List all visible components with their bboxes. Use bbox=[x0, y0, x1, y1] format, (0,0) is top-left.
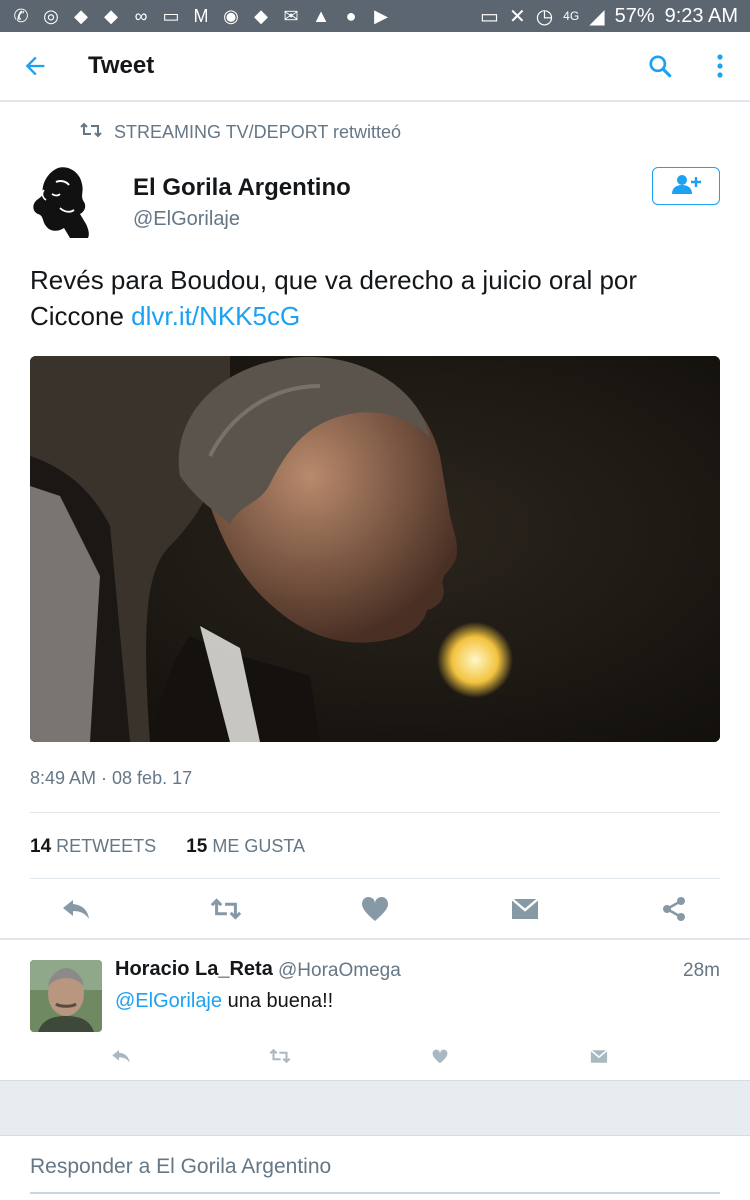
tweet-stats: 14 RETWEETS 15 ME GUSTA bbox=[30, 836, 305, 858]
tweet-body: Revés para Boudou, que va derecho a juic… bbox=[30, 265, 638, 331]
reply-author-handle[interactable]: @HoraOmega bbox=[278, 960, 401, 982]
mute-icon: ✕ bbox=[508, 5, 526, 28]
cast-icon: ▭ bbox=[162, 5, 180, 26]
follow-button[interactable] bbox=[652, 167, 720, 205]
warning-icon: ▲ bbox=[312, 5, 330, 26]
status-bar: ✆ ◎ ◆ ◆ ∞ ▭ M ◉ ◆ ✉ ▲ ● ▶ ▭ ✕ ◷ 4G ◢ 57%… bbox=[0, 0, 750, 32]
tweet-text: Revés para Boudou, que va derecho a juic… bbox=[30, 262, 710, 334]
compose-underline bbox=[30, 1192, 720, 1194]
clock: 9:23 AM bbox=[664, 4, 738, 27]
whatsapp-icon: ◎ bbox=[43, 5, 59, 26]
reply-icon[interactable] bbox=[105, 1040, 137, 1072]
retweets-stat[interactable]: 14 RETWEETS bbox=[30, 836, 156, 858]
alarm-icon: ◷ bbox=[535, 5, 554, 28]
network-type: 4G bbox=[563, 9, 580, 23]
retweet-icon bbox=[80, 122, 102, 143]
share-icon[interactable] bbox=[658, 893, 690, 925]
divider bbox=[30, 812, 720, 813]
reply-time: 28m bbox=[683, 960, 720, 981]
battery-percent: 57% bbox=[614, 4, 655, 27]
retweet-context-text: STREAMING TV/DEPORT retwitteó bbox=[114, 122, 402, 142]
system-status: ▭ ✕ ◷ 4G ◢ 57% 9:23 AM bbox=[480, 4, 738, 29]
search-icon[interactable] bbox=[630, 31, 690, 101]
likes-stat[interactable]: 15 ME GUSTA bbox=[186, 836, 305, 858]
reply-icon[interactable] bbox=[60, 893, 92, 925]
author-avatar[interactable] bbox=[30, 164, 94, 240]
retweet-icon[interactable] bbox=[264, 1040, 296, 1072]
direct-message-icon[interactable] bbox=[583, 1040, 615, 1072]
direct-message-icon[interactable] bbox=[509, 893, 541, 925]
author-handle[interactable]: @ElGorilaje bbox=[133, 208, 240, 231]
tweet-timestamp: 8:49 AM · 08 feb. 17 bbox=[30, 768, 193, 788]
retweets-count: 14 bbox=[30, 836, 52, 857]
voicemail-icon: ∞ bbox=[134, 5, 148, 26]
gmail-icon: M bbox=[193, 5, 209, 26]
reply-text: @ElGorilaje una buena!! bbox=[115, 990, 333, 1013]
chrome-icon: ◉ bbox=[223, 5, 239, 26]
reply-mention[interactable]: @ElGorilaje bbox=[115, 990, 222, 1012]
tweet-photo[interactable] bbox=[30, 356, 720, 742]
app-icon: ● bbox=[345, 5, 357, 26]
reply-actions bbox=[112, 1044, 615, 1068]
page-title: Tweet bbox=[88, 52, 155, 79]
like-icon[interactable] bbox=[424, 1040, 456, 1072]
likes-count: 15 bbox=[186, 836, 208, 857]
reply-body: una buena!! bbox=[222, 990, 334, 1012]
retweets-label: RETWEETS bbox=[56, 836, 157, 856]
tweet-actions bbox=[30, 886, 720, 932]
reply-avatar[interactable] bbox=[30, 960, 102, 1032]
notification-icons: ✆ ◎ ◆ ◆ ∞ ▭ M ◉ ◆ ✉ ▲ ● ▶ bbox=[12, 6, 390, 27]
author-name[interactable]: El Gorila Argentino bbox=[133, 174, 351, 202]
signal-icon: ◢ bbox=[589, 5, 605, 28]
separator-band bbox=[0, 1080, 750, 1136]
back-arrow-icon[interactable] bbox=[0, 31, 70, 101]
tweet-link[interactable]: dlvr.it/NKK5cG bbox=[131, 301, 300, 331]
like-icon[interactable] bbox=[359, 893, 391, 925]
divider bbox=[30, 878, 720, 879]
missed-call-icon: ✆ bbox=[13, 5, 29, 26]
retweet-context: STREAMING TV/DEPORT retwitteó bbox=[80, 122, 401, 143]
follow-user-icon bbox=[669, 173, 703, 200]
twitter-icon: ◆ bbox=[104, 5, 118, 26]
divider bbox=[0, 938, 750, 940]
reply-compose-input[interactable]: Responder a El Gorila Argentino bbox=[30, 1155, 331, 1179]
reply-author-name[interactable]: Horacio La_Reta bbox=[115, 958, 273, 981]
twitter-icon: ◆ bbox=[74, 5, 88, 26]
cast-icon: ▭ bbox=[480, 5, 499, 28]
twitter-icon: ◆ bbox=[254, 5, 268, 26]
mail-icon: ✉ bbox=[283, 5, 299, 26]
more-vertical-icon[interactable] bbox=[690, 31, 750, 101]
app-bar: Tweet bbox=[0, 32, 750, 102]
likes-label: ME GUSTA bbox=[212, 836, 305, 856]
retweet-icon[interactable] bbox=[210, 893, 242, 925]
youtube-icon: ▶ bbox=[374, 5, 388, 26]
